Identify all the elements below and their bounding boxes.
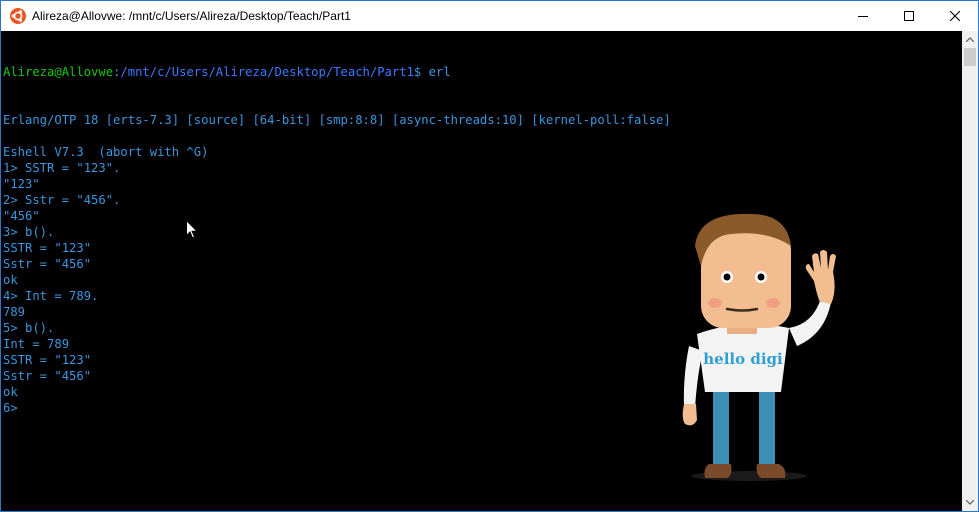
close-icon	[950, 11, 960, 21]
terminal-line: Erlang/OTP 18 [erts-7.3] [source] [64-bi…	[3, 113, 671, 127]
mascot-illustration: hello digi	[682, 213, 836, 481]
terminal-line: Sstr = "456"	[3, 369, 92, 383]
prompt-path: /mnt/c/Users/Alireza/Desktop/Teach/Part1	[120, 65, 414, 79]
terminal-line: "123"	[3, 177, 40, 191]
chevron-up-icon	[966, 37, 974, 42]
scroll-down-button[interactable]	[962, 494, 978, 511]
terminal-line: 5> b().	[3, 321, 55, 335]
minimize-icon	[858, 16, 868, 17]
terminal-line: ok	[3, 273, 18, 287]
mouse-pointer-icon	[186, 220, 198, 239]
minimize-button[interactable]	[840, 1, 886, 31]
terminal-line: 2> Sstr = "456".	[3, 193, 121, 207]
ubuntu-icon	[10, 8, 26, 24]
terminal-line: 3> b().	[3, 225, 55, 239]
vertical-scrollbar[interactable]	[962, 31, 978, 511]
terminal-line: Sstr = "456"	[3, 257, 92, 271]
maximize-icon	[904, 11, 914, 21]
title-bar[interactable]: Alireza@Allovwe: /mnt/c/Users/Alireza/De…	[1, 1, 978, 31]
prompt-command: $ erl	[413, 65, 451, 79]
terminal-line: 789	[3, 305, 26, 319]
terminal-line: "456"	[3, 209, 40, 223]
terminal-line: SSTR = "123"	[3, 353, 92, 367]
terminal-line: 6>	[3, 401, 18, 415]
chevron-down-icon	[966, 500, 974, 505]
window-title: Alireza@Allovwe: /mnt/c/Users/Alireza/De…	[32, 9, 351, 23]
scroll-thumb[interactable]	[964, 48, 976, 66]
terminal-line: SSTR = "123"	[3, 241, 92, 255]
terminal-line: ok	[3, 385, 18, 399]
terminal-lines: Alireza@Allovwe:/mnt/c/Users/Alireza/Des…	[3, 32, 671, 416]
terminal-line: 1> SSTR = "123".	[3, 161, 121, 175]
terminal-window: Alireza@Allovwe: /mnt/c/Users/Alireza/De…	[0, 0, 979, 512]
terminal-line: 4> Int = 789.	[3, 289, 99, 303]
prompt-user: Alireza@Allovwe	[3, 65, 114, 79]
close-button[interactable]	[932, 1, 978, 31]
terminal-line: Eshell V7.3 (abort with ^G)	[3, 145, 209, 159]
prompt-line: Alireza@Allovwe:/mnt/c/Users/Alireza/Des…	[3, 64, 671, 80]
shirt-text: hello digi	[703, 350, 783, 368]
maximize-button[interactable]	[886, 1, 932, 31]
scroll-up-button[interactable]	[962, 31, 978, 48]
terminal-line: Int = 789	[3, 337, 70, 351]
